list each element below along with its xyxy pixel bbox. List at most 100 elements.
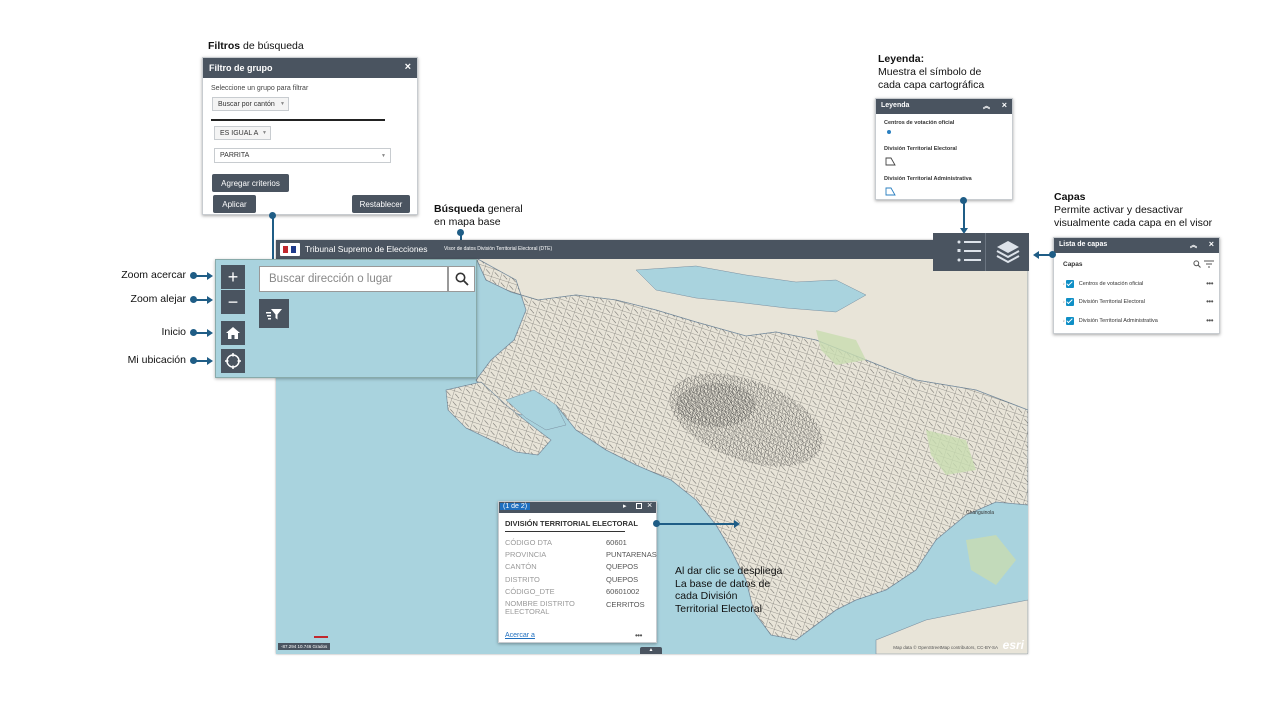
maximize-icon[interactable] — [636, 503, 642, 509]
filter-divider — [211, 119, 385, 121]
coordinates-readout: -87.294 10.746 Grados — [278, 643, 331, 650]
chevron-right-icon[interactable]: › — [1063, 299, 1065, 305]
zoom-out-button[interactable]: − — [221, 290, 245, 314]
collapse-icon[interactable]: ︽ — [983, 101, 990, 111]
legend-item-centros: Centros de votación oficial — [884, 120, 955, 126]
scale-bar — [314, 636, 328, 638]
popup-field-label: CANTÓN — [505, 562, 537, 571]
filter-value-text: PARRITA — [220, 152, 250, 159]
home-button[interactable] — [221, 321, 245, 345]
widget-bar — [933, 233, 1029, 271]
legend-list-icon — [957, 240, 981, 262]
annotation-busqueda: Búsqueda general en mapa base — [434, 203, 523, 229]
legend-item-dta: División Territorial Administrativa — [884, 176, 972, 182]
annotation-popup-line2: La base de datos de — [675, 577, 771, 590]
esri-logo: esri — [1002, 638, 1024, 652]
filter-close-button[interactable]: × — [405, 61, 411, 73]
layer-row-dte[interactable]: › División Territorial Electoral ••• — [1063, 297, 1213, 306]
annotation-filtros-bold: Filtros — [208, 40, 241, 52]
map-place-label: Changuinola — [966, 510, 995, 516]
feature-popup: (1 de 2) ▸ × DIVISIÓN TERRITORIAL ELECTO… — [498, 500, 657, 643]
annotation-busqueda-bold: Búsqueda — [434, 203, 485, 215]
layer-label: División Territorial Electoral — [1078, 299, 1145, 306]
search-input[interactable]: Buscar dirección o lugar — [259, 266, 448, 292]
layer-checkbox[interactable] — [1066, 298, 1075, 306]
expand-toggle-icon[interactable]: ▲ — [640, 647, 662, 654]
filter-widget-button[interactable] — [259, 299, 289, 328]
more-options-icon[interactable]: ••• — [1206, 279, 1213, 288]
layers-panel-header: Lista de capas ︽ × — [1054, 238, 1219, 253]
more-options-icon[interactable]: ••• — [635, 631, 642, 640]
filter-group-select[interactable]: Buscar por cantón ▼ — [212, 97, 289, 111]
legend-widget-button[interactable] — [933, 233, 986, 271]
annotation-arrowhead — [207, 272, 213, 280]
annotation-leyenda: Leyenda: Muestra el símbolo de cada capa… — [878, 53, 984, 92]
collapse-icon[interactable]: ︽ — [1190, 240, 1197, 250]
annotation-popup: Al dar clic se despliega La base de dato… — [675, 565, 782, 615]
layer-checkbox[interactable] — [1066, 317, 1075, 325]
chevron-down-icon: ▼ — [381, 153, 386, 159]
polygon-symbol-icon — [885, 187, 896, 196]
layer-label: Centros de votación oficial — [1078, 281, 1144, 288]
search-placeholder: Buscar dirección o lugar — [269, 273, 393, 285]
annotation-ubicacion: Mi ubicación — [127, 354, 186, 366]
popup-field-label: DISTRITO — [505, 575, 540, 584]
annotation-line — [658, 523, 734, 525]
annotation-inicio: Inicio — [161, 326, 186, 338]
app-title: Tribunal Supremo de Elecciones — [305, 244, 428, 254]
filter-panel-header: Filtro de grupo × — [203, 58, 417, 78]
map-attribution: Map data © OpenStreetMap contributors, C… — [893, 645, 998, 650]
annotation-leyenda-line2: cada capa cartográfica — [878, 79, 985, 91]
add-criteria-button[interactable]: Agregar criterios — [212, 174, 289, 192]
more-options-icon[interactable]: ••• — [1206, 297, 1213, 306]
layers-title: Lista de capas — [1059, 241, 1108, 248]
annotation-capas-line2: visualmente cada capa en el visor — [1054, 217, 1213, 229]
annotation-zoom-in: Zoom acercar — [121, 269, 186, 281]
polygon-symbol-icon — [885, 157, 896, 166]
annotation-line — [195, 299, 207, 301]
search-icon — [455, 272, 469, 286]
zoom-in-button[interactable]: + — [221, 265, 245, 289]
annotation-zoom-out: Zoom alejar — [130, 293, 186, 305]
annotation-busqueda-rest: general — [487, 203, 523, 215]
popup-field-value: 60601 — [606, 538, 627, 547]
layer-row-centros[interactable]: › Centros de votación oficial ••• — [1063, 279, 1213, 288]
search-button[interactable] — [448, 266, 475, 292]
chevron-right-icon[interactable]: › — [1063, 281, 1065, 287]
more-options-icon[interactable]: ••• — [1206, 316, 1213, 325]
annotation-capas-line1: Permite activar y desactivar — [1054, 204, 1183, 216]
legend-panel-header: Leyenda ︽ × — [876, 99, 1012, 114]
popup-field-value: CERRITOS — [606, 600, 645, 609]
popup-divider — [505, 531, 625, 532]
layers-stack-icon — [996, 241, 1020, 264]
zoom-to-link[interactable]: Acercar a — [505, 632, 535, 639]
legend-item-dte: División Territorial Electoral — [884, 146, 957, 152]
layer-row-dta[interactable]: › División Territorial Administrativa ••… — [1063, 316, 1213, 325]
filter-operator-value: ES IGUAL A — [220, 130, 259, 137]
annotation-busqueda-line2: en mapa base — [434, 216, 501, 228]
annotation-line — [195, 332, 207, 334]
popup-field-label: CÓDIGO_DTE — [505, 587, 555, 596]
locate-button[interactable] — [221, 349, 245, 373]
next-feature-icon[interactable]: ▸ — [623, 502, 627, 510]
search-icon[interactable] — [1193, 260, 1201, 268]
close-icon[interactable]: × — [647, 500, 652, 510]
home-icon — [226, 327, 240, 339]
controls-panel: + − Buscar dirección o lugar — [215, 259, 477, 378]
layers-widget-button[interactable] — [987, 233, 1029, 271]
filter-value-select[interactable]: PARRITA ▼ — [214, 148, 391, 163]
apply-button[interactable]: Aplicar — [213, 195, 256, 213]
annotation-popup-line1: Al dar clic se despliega — [675, 565, 783, 577]
filter-list-icon[interactable] — [1204, 260, 1214, 268]
reset-button[interactable]: Restablecer — [352, 195, 410, 213]
annotation-popup-line3: cada División — [675, 590, 738, 602]
chevron-right-icon[interactable]: › — [1063, 318, 1065, 324]
layer-checkbox[interactable] — [1066, 280, 1075, 288]
filter-panel: Filtro de grupo × Seleccione un grupo pa… — [202, 57, 418, 215]
layers-section-label: Capas — [1063, 261, 1083, 268]
chevron-down-icon: ▼ — [262, 130, 267, 136]
close-icon[interactable]: × — [1002, 100, 1007, 110]
filter-operator-select[interactable]: ES IGUAL A ▼ — [214, 126, 271, 140]
popup-field-label: PROVINCIA — [505, 550, 547, 559]
close-icon[interactable]: × — [1209, 239, 1214, 249]
